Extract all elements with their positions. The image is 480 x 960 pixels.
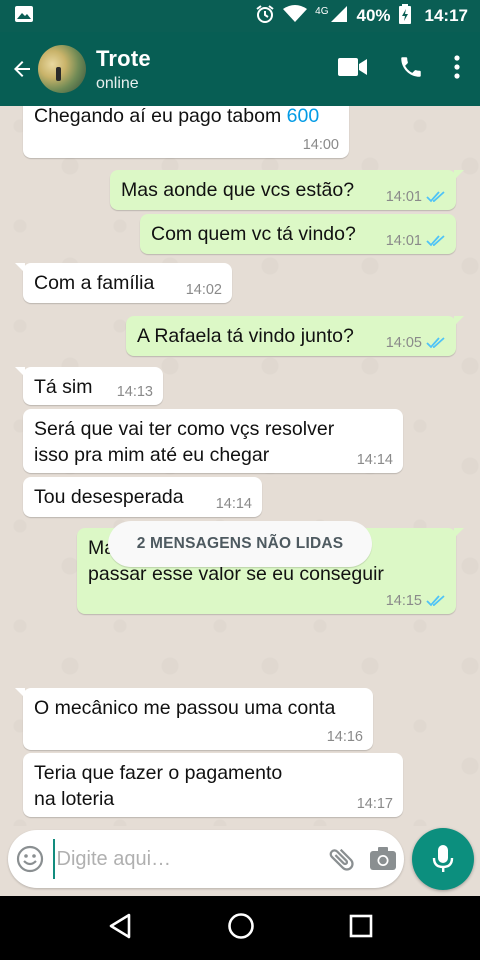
message-time: 14:02 [185, 282, 222, 298]
square-recents-icon [349, 914, 373, 937]
double-check-icon [426, 595, 445, 607]
voice-message-button[interactable] [412, 828, 474, 890]
message-text-line: na loteria [34, 788, 115, 810]
alarm-icon [255, 4, 275, 29]
message-text: A Rafaela tá vindo junto? [137, 325, 354, 347]
recents-nav-button[interactable] [349, 914, 373, 943]
gallery-notification-icon [14, 5, 34, 28]
message-time: 14:15 [385, 593, 422, 609]
message-text: Com a família [34, 272, 155, 294]
double-check-icon [426, 337, 445, 349]
message-time: 14:05 [385, 335, 422, 351]
message-input[interactable] [52, 839, 322, 879]
home-nav-button[interactable] [227, 912, 255, 945]
message-outgoing[interactable]: Mas aonde que vcs estão? 14:01 [110, 170, 464, 210]
message-time: 14:17 [356, 796, 393, 812]
message-outgoing[interactable]: Com quem vc tá vindo? 14:01 [140, 214, 456, 254]
triangle-back-icon [109, 913, 131, 938]
more-options-button[interactable] [454, 54, 460, 84]
paperclip-icon [329, 848, 354, 871]
camera-icon [370, 847, 397, 870]
message-text: Tou desesperada [34, 486, 184, 508]
message-text: O mecânico me passou uma conta [34, 697, 336, 719]
arrow-left-icon [14, 61, 30, 77]
camera-button[interactable] [363, 830, 404, 888]
contact-avatar[interactable] [38, 45, 86, 93]
wifi-icon [283, 4, 308, 28]
contact-info[interactable]: Trote online [96, 46, 338, 93]
status-bar: 4G 40% 14:17 [0, 0, 480, 32]
message-incoming[interactable]: Chegando aí eu pago tabom 600 14:00 [23, 106, 349, 158]
message-incoming[interactable]: Será que vai ter como vçs resolver isso … [23, 409, 403, 473]
message-text: Tá sim [34, 376, 93, 398]
voice-call-button[interactable] [398, 54, 424, 85]
message-time: 14:14 [356, 452, 393, 468]
emoji-icon [17, 845, 44, 873]
navigation-bar [0, 896, 480, 960]
contact-status: online [96, 74, 139, 92]
message-incoming[interactable]: Teria que fazer o pagamento na loteria 1… [23, 753, 403, 817]
back-button[interactable] [2, 32, 42, 106]
double-check-icon [426, 191, 445, 203]
back-nav-button[interactable] [107, 913, 133, 944]
message-incoming[interactable]: Com a família 14:02 [15, 263, 232, 303]
message-text: Com quem vc tá vindo? [151, 223, 356, 245]
message-composer [8, 830, 404, 888]
message-text-line: isso pra mim até eu chegar [34, 444, 270, 466]
battery-charging-icon [398, 3, 411, 29]
contact-name: Trote [96, 45, 151, 71]
message-outgoing[interactable]: A Rafaela tá vindo junto? 14:05 [126, 316, 464, 356]
signal-icon [330, 5, 348, 28]
video-camera-icon [338, 57, 367, 76]
dots-vertical-icon [454, 54, 460, 79]
message-incoming[interactable]: O mecânico me passou uma conta 14:16 [15, 688, 373, 750]
message-list[interactable]: Chegando aí eu pago tabom 600 14:00 Mas … [0, 106, 480, 826]
message-time: 14:16 [326, 729, 363, 745]
clock: 14:17 [424, 6, 468, 25]
microphone-icon [432, 845, 454, 872]
circle-home-icon [228, 912, 254, 939]
attach-button[interactable] [322, 830, 363, 888]
message-number-link[interactable]: 600 [287, 106, 320, 127]
emoji-button[interactable] [8, 830, 53, 888]
message-time: 14:01 [385, 233, 422, 249]
message-time: 14:00 [302, 137, 339, 153]
message-text-line: Teria que fazer o pagamento [34, 762, 283, 784]
video-call-button[interactable] [338, 56, 368, 83]
network-type-label: 4G [315, 5, 329, 17]
message-text: Mas aonde que vcs estão? [121, 179, 355, 201]
message-text-line: Será que vai ter como vçs resolver [34, 418, 335, 440]
message-time: 14:01 [385, 189, 422, 205]
phone-icon [401, 56, 421, 77]
message-text: Chegando aí eu pago tabom [34, 106, 287, 127]
battery-percent: 40% [356, 6, 391, 25]
chat-header: Trote online [0, 32, 480, 106]
message-incoming[interactable]: Tá sim 14:13 [15, 367, 163, 405]
message-incoming[interactable]: Tou desesperada 14:14 [23, 477, 262, 517]
unread-messages-divider: 2 MENSAGENS NÃO LIDAS [108, 521, 372, 567]
message-time: 14:13 [116, 384, 153, 400]
double-check-icon [426, 235, 445, 247]
message-time: 14:14 [215, 496, 252, 512]
